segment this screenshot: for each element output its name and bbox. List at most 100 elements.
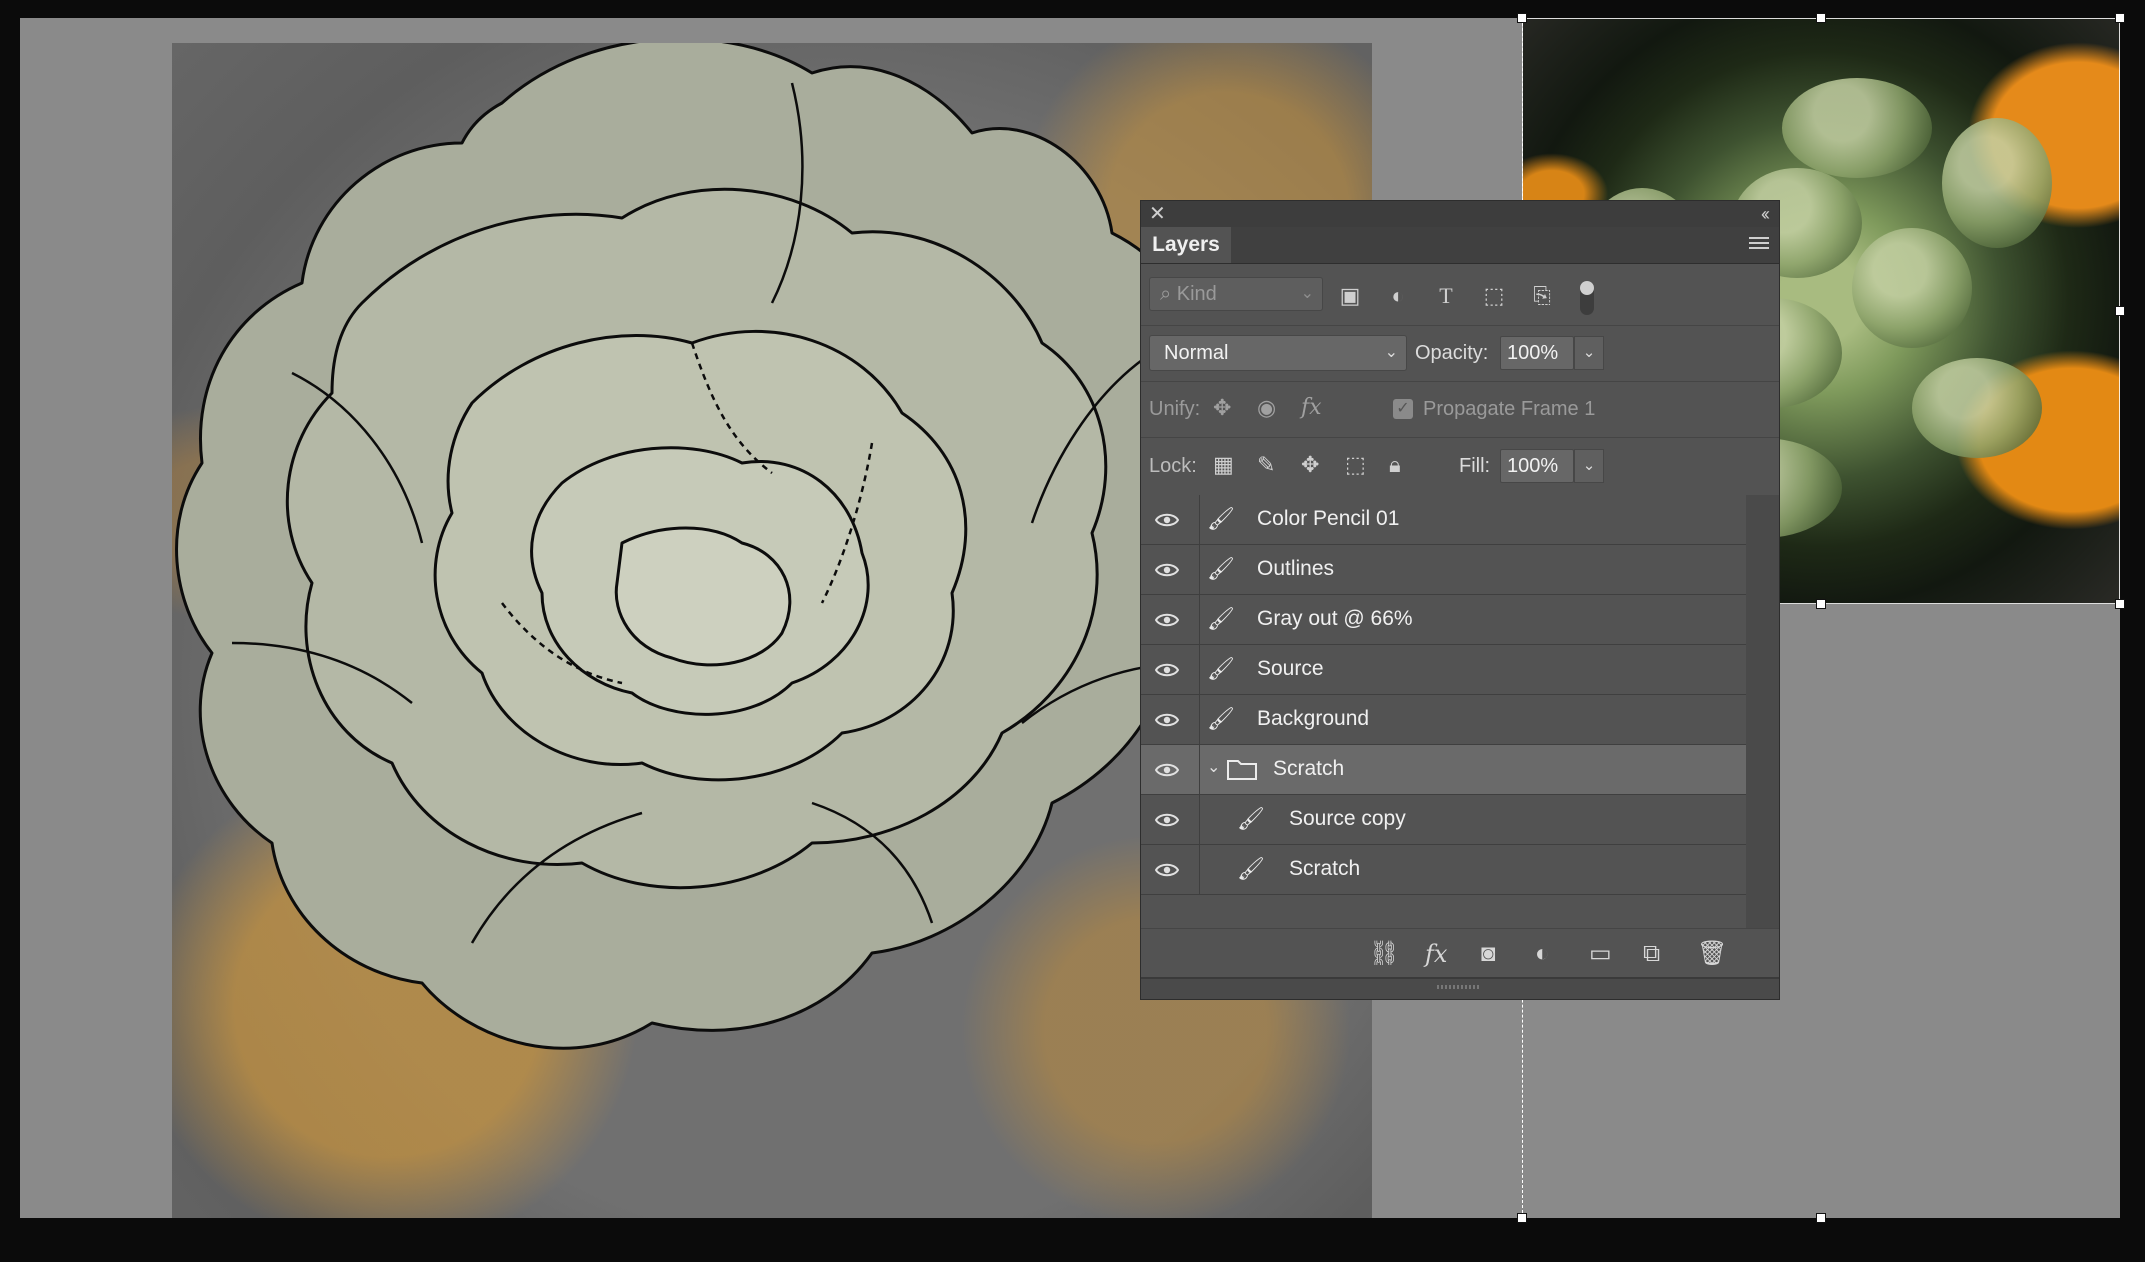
document-canvas[interactable] [20, 13, 2125, 1223]
collapse-panel-icon[interactable]: ‹‹ [1761, 202, 1770, 226]
fill-dropdown[interactable]: ⌄ [1574, 449, 1604, 483]
transform-handle-mr[interactable] [2115, 306, 2125, 316]
layer-name[interactable]: Scratch [1273, 757, 1344, 781]
link-layers-icon[interactable]: ⛓︎ [1369, 941, 1399, 967]
pixel-layer-filter-icon[interactable]: ▣ [1337, 285, 1363, 309]
layer-row[interactable]: 🖌︎ Source [1141, 645, 1746, 695]
filter-toggle[interactable] [1580, 281, 1594, 315]
lock-image-pixels-icon[interactable]: ✎ [1257, 452, 1275, 478]
lock-transparent-pixels-icon[interactable]: ▦ [1213, 452, 1234, 478]
brush-icon: 🖌︎ [1237, 806, 1265, 831]
lock-all-icon[interactable]: 🔒︎ [1389, 452, 1401, 478]
panel-footer: ⛓︎ fx ◙ ◐ ▭ ⧉ 🗑︎ [1141, 928, 1779, 979]
filter-kind-select[interactable]: ⌕ Kind ⌄ [1149, 277, 1323, 311]
propagate-frame-label: Propagate Frame 1 [1423, 398, 1596, 420]
blend-mode-select[interactable]: Normal ⌄ [1149, 335, 1407, 371]
fill-input[interactable]: 100% [1500, 449, 1574, 483]
opacity-label: Opacity: [1415, 342, 1489, 364]
layer-row[interactable]: 🖌︎ Color Pencil 01 [1141, 495, 1746, 545]
eye-icon[interactable] [1154, 810, 1180, 827]
panel-menu-icon[interactable] [1749, 237, 1769, 253]
unify-position-icon[interactable]: ✥ [1213, 395, 1231, 421]
transform-handle-bc-photo[interactable] [1816, 599, 1826, 609]
chevron-down-icon: ⌄ [1384, 344, 1398, 361]
opacity-input[interactable]: 100% [1500, 336, 1574, 370]
new-layer-icon[interactable]: ⧉ [1643, 941, 1660, 967]
transform-handle-br-photo[interactable] [2115, 599, 2125, 609]
expand-group-icon[interactable]: ⌄ [1207, 757, 1220, 777]
layer-name[interactable]: Color Pencil 01 [1257, 507, 1399, 531]
shape-layer-filter-icon[interactable]: ⬚ [1481, 285, 1507, 309]
visibility-column-divider [1199, 595, 1200, 644]
smart-object-filter-icon[interactable]: ⎘ [1529, 285, 1555, 309]
opacity-dropdown[interactable]: ⌄ [1574, 336, 1604, 370]
layer-name[interactable]: Source copy [1289, 807, 1406, 831]
eye-icon[interactable] [1154, 760, 1180, 777]
eye-icon[interactable] [1154, 860, 1180, 877]
close-icon[interactable]: ✕ [1149, 202, 1166, 226]
visibility-column-divider [1199, 745, 1200, 794]
layer-name[interactable]: Scratch [1289, 857, 1360, 881]
layer-row[interactable]: 🖌︎ Outlines [1141, 545, 1746, 595]
unify-style-icon[interactable]: fx [1301, 395, 1322, 420]
mask-icon[interactable]: ◙ [1481, 941, 1496, 967]
panel-resize-grip[interactable] [1141, 977, 1779, 999]
filter-row: ⌕ Kind ⌄ ▣ ◐ T ⬚ ⎘ [1141, 263, 1779, 326]
layer-list: 🖌︎ Color Pencil 01 🖌︎ Outlines 🖌︎ Gray out @ … [1141, 495, 1746, 895]
transform-handle-tc[interactable] [1816, 13, 1826, 23]
layer-row[interactable]: ⌄ Scratch [1141, 745, 1746, 795]
layer-row[interactable]: 🖌︎ Gray out @ 66% [1141, 595, 1746, 645]
layer-name[interactable]: Gray out @ 66% [1257, 607, 1413, 631]
lock-position-icon[interactable]: ✥ [1301, 452, 1319, 478]
visibility-column-divider [1199, 695, 1200, 744]
fx-icon[interactable]: fx [1425, 941, 1447, 967]
transform-handle-bc[interactable] [1816, 1213, 1826, 1223]
layer-row[interactable]: 🖌︎ Background [1141, 695, 1746, 745]
unify-label: Unify: [1149, 398, 1201, 420]
layers-panel: ✕ ‹‹ Layers ⌕ Kind ⌄ ▣ ◐ T ⬚ ⎘ Normal ⌄ … [1140, 200, 1780, 1000]
eye-icon[interactable] [1154, 510, 1180, 527]
visibility-column-divider [1199, 845, 1200, 894]
brush-icon: 🖌︎ [1207, 556, 1235, 581]
layer-row[interactable]: 🖌︎ Source copy [1141, 795, 1746, 845]
layer-list-scrollbar[interactable] [1746, 495, 1779, 928]
transform-handle-tl[interactable] [1517, 13, 1527, 23]
new-group-icon[interactable]: ▭ [1589, 941, 1612, 967]
eye-icon[interactable] [1154, 710, 1180, 727]
search-icon: ⌕ [1160, 283, 1172, 305]
panel-titlebar[interactable]: ✕ ‹‹ [1141, 201, 1779, 227]
trash-icon[interactable]: 🗑︎ [1697, 941, 1727, 967]
eye-icon[interactable] [1154, 660, 1180, 677]
eye-icon[interactable] [1154, 610, 1180, 627]
eye-icon[interactable] [1154, 560, 1180, 577]
layer-name[interactable]: Outlines [1257, 557, 1334, 581]
brush-icon: 🖌︎ [1237, 856, 1265, 881]
unify-visibility-icon[interactable]: ◉ [1257, 395, 1276, 421]
layer-name[interactable]: Source [1257, 657, 1324, 681]
brush-icon: 🖌︎ [1207, 706, 1235, 731]
propagate-frame-checkbox[interactable]: ✓ [1393, 399, 1413, 419]
folder-icon [1227, 758, 1257, 780]
tab-layers[interactable]: Layers [1141, 227, 1231, 263]
visibility-column-divider [1199, 795, 1200, 844]
layer-name[interactable]: Background [1257, 707, 1369, 731]
fill-label: Fill: [1459, 455, 1491, 477]
lock-artboard-icon[interactable]: ⬚ [1345, 452, 1366, 478]
brush-icon: 🖌︎ [1207, 506, 1235, 531]
transform-handle-bl[interactable] [1517, 1213, 1527, 1223]
unify-row: Unify: ✥ ◉ fx ✓ Propagate Frame 1 [1141, 381, 1779, 438]
lock-label: Lock: [1149, 455, 1197, 477]
adjustment-icon[interactable]: ◐ [1535, 941, 1550, 967]
transform-handle-tr[interactable] [2115, 13, 2125, 23]
blend-mode-value: Normal [1164, 342, 1229, 364]
adjustment-layer-filter-icon[interactable]: ◐ [1385, 285, 1411, 309]
visibility-column-divider [1199, 645, 1200, 694]
panel-tab-strip: Layers [1141, 227, 1779, 264]
layer-row[interactable]: 🖌︎ Scratch [1141, 845, 1746, 895]
blend-row: Normal ⌄ Opacity: 100% ⌄ [1141, 325, 1779, 382]
chevron-down-icon: ⌄ [1300, 285, 1314, 302]
brush-icon: 🖌︎ [1207, 656, 1235, 681]
type-layer-filter-icon[interactable]: T [1433, 285, 1459, 309]
brush-icon: 🖌︎ [1207, 606, 1235, 631]
visibility-column-divider [1199, 495, 1200, 544]
